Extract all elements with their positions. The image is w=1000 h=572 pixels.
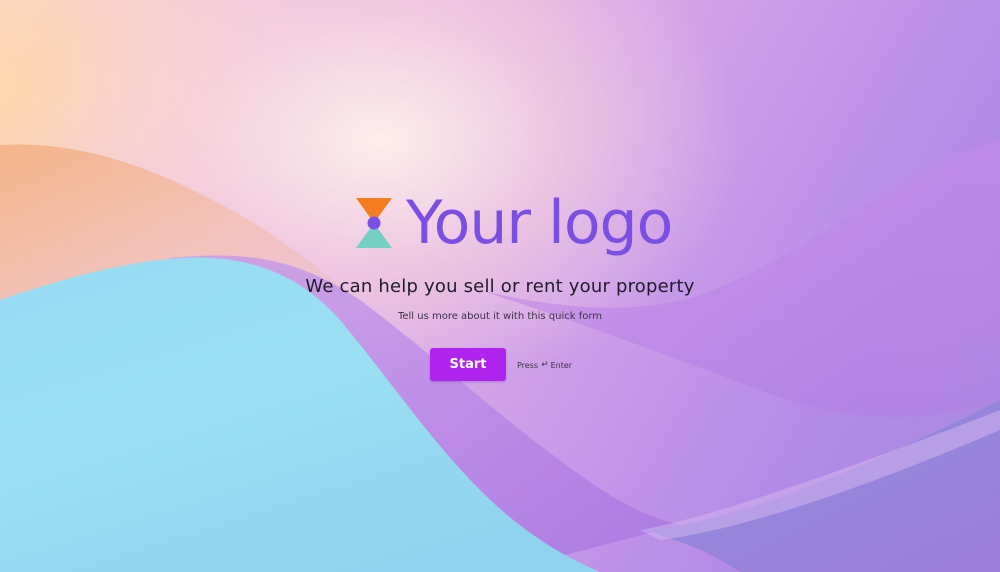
brand-logo: Your logo (354, 188, 673, 258)
form-welcome-screen: Your logo We can help you sell or rent y… (0, 0, 1000, 572)
hint-enter-label: Enter (550, 360, 573, 370)
keyboard-hint: Press ↵ Enter (517, 360, 572, 370)
hourglass-logo-icon (356, 198, 392, 248)
welcome-subtitle: Tell us more about it with this quick fo… (397, 311, 603, 322)
hint-press-label: Press (517, 360, 539, 370)
enter-key-icon: ↵ (541, 360, 549, 370)
logo-text: Your logo (406, 188, 673, 258)
welcome-headline: We can help you sell or rent your proper… (305, 276, 695, 297)
start-button[interactable]: Start (430, 348, 506, 381)
welcome-content: Your logo We can help you sell or rent y… (0, 0, 1000, 572)
